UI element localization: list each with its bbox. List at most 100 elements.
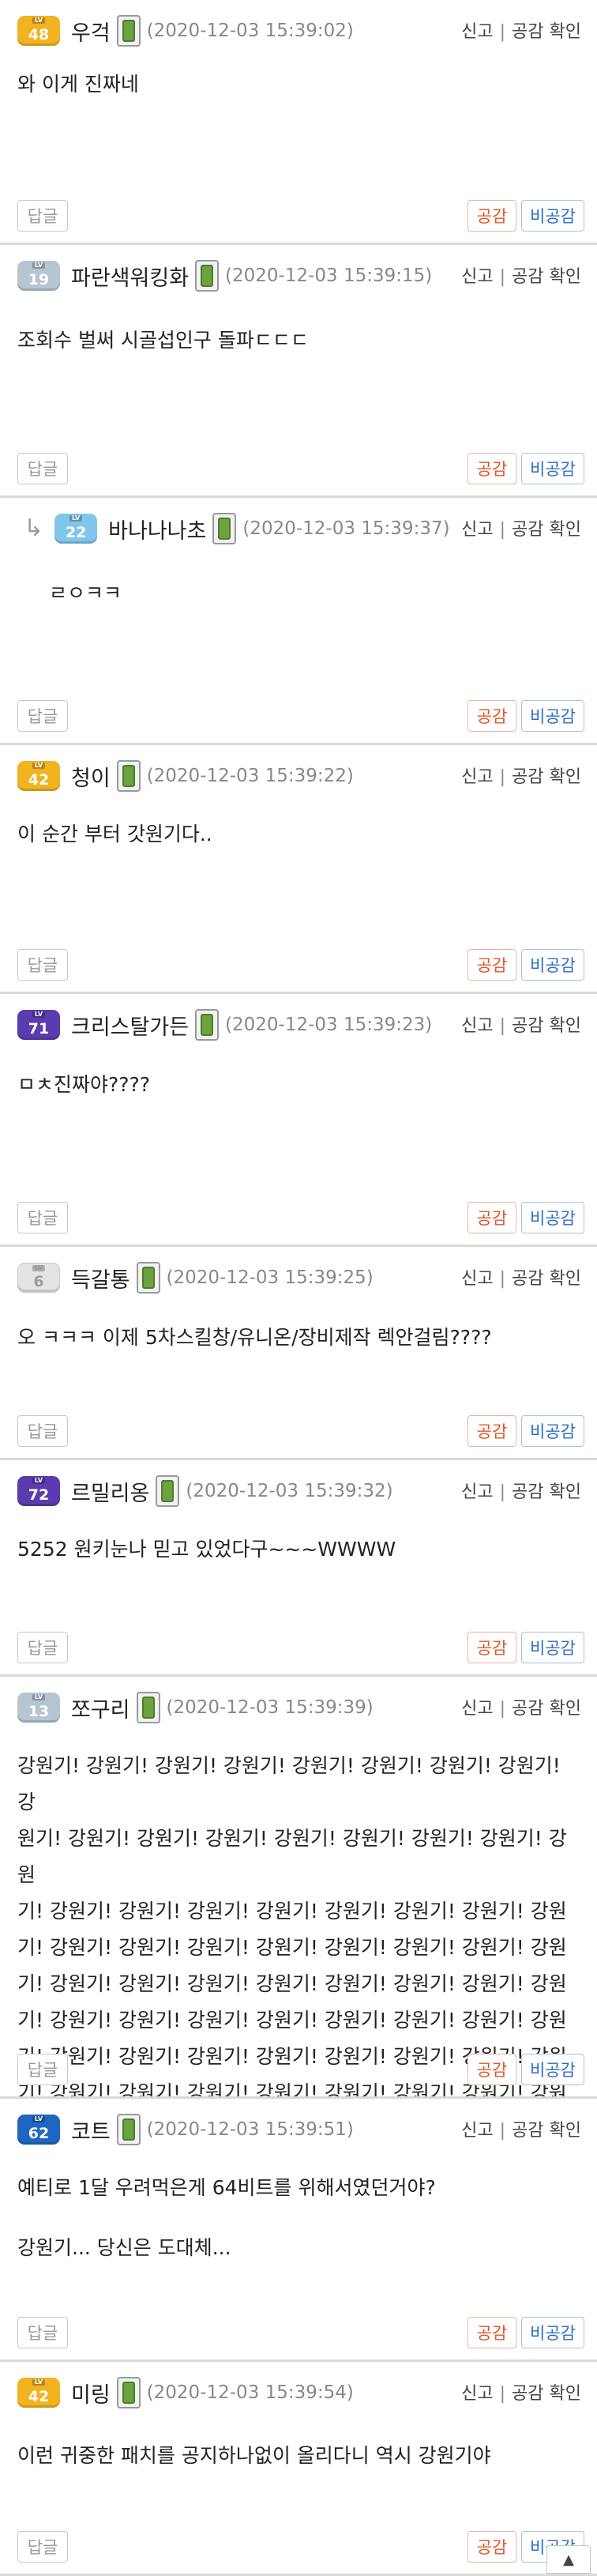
author-name[interactable]: 미링	[71, 2378, 111, 2408]
reply-button[interactable]: 답글	[17, 2054, 68, 2085]
author-name[interactable]: 득갈통	[71, 1263, 130, 1294]
comment-item: 62 코트 (2020-12-03 15:39:51) 신고 | 공감 확인예티로 1달 …	[0, 2099, 597, 2362]
comment-body: 와 이게 진짜네	[17, 66, 581, 103]
dislike-button[interactable]: 비공감	[521, 200, 584, 232]
comment-text-line: 강원기! 강원기! 강원기! 강원기! 강원기! 강원기! 강원기! 강원기! …	[17, 1754, 561, 1813]
dislike-button[interactable]: 비공감	[521, 453, 584, 484]
like-check-link[interactable]: 공감 확인	[512, 520, 581, 540]
comment-date: (2020-12-03 15:39:15)	[225, 266, 433, 286]
reply-button[interactable]: 답글	[17, 700, 68, 732]
level-badge: 71	[17, 1010, 60, 1040]
comment-text-line: 이런 귀중한 패치를 공지하나없이 올리다니 역시 강원기야	[17, 2444, 491, 2467]
author-name[interactable]: 코트	[71, 2115, 111, 2145]
level-badge: 19	[17, 261, 60, 291]
like-check-link[interactable]: 공감 확인	[512, 1016, 581, 1036]
mobile-icon	[136, 1262, 160, 1294]
dislike-button[interactable]: 비공감	[521, 2054, 584, 2085]
reply-button[interactable]: 답글	[17, 453, 68, 484]
reply-button[interactable]: 답글	[17, 1202, 68, 1233]
report-link[interactable]: 신고	[461, 2384, 493, 2404]
comment-body: ㅁㅊ진짜야????	[17, 1067, 581, 1103]
like-button[interactable]: 공감	[467, 949, 516, 981]
action-separator: |	[499, 1016, 506, 1036]
author-name[interactable]: 크리스탈가든	[71, 1010, 189, 1041]
like-check-link[interactable]: 공감 확인	[512, 267, 581, 287]
reply-button[interactable]: 답글	[17, 1415, 68, 1447]
level-badge: 48	[17, 16, 60, 46]
comment-footer: 답글 공감비공감	[17, 1415, 584, 1447]
like-button[interactable]: 공감	[467, 1632, 516, 1663]
like-check-link[interactable]: 공감 확인	[512, 22, 581, 42]
comment-actions: 신고 | 공감 확인	[461, 1011, 581, 1037]
scroll-top-button[interactable]: ▲	[546, 2545, 591, 2574]
like-button[interactable]: 공감	[467, 453, 516, 484]
author-name[interactable]: 바나나나초	[108, 514, 206, 544]
comment-text-line: 기! 강원기! 강원기! 강원기! 강원기! 강원기! 강원기! 강원기! 강원	[17, 1972, 567, 1995]
report-link[interactable]: 신고	[461, 2121, 493, 2141]
like-button[interactable]: 공감	[467, 1415, 516, 1447]
dislike-button[interactable]: 비공감	[521, 1632, 584, 1663]
comment-header: 72 르밀리옹 (2020-12-03 15:39:32) 신고 | 공감 확인	[17, 1471, 581, 1511]
comment-item: 42 청이 (2020-12-03 15:39:22) 신고 | 공감 확인이 순간 부터…	[0, 745, 597, 994]
like-button[interactable]: 공감	[467, 200, 516, 232]
like-button[interactable]: 공감	[467, 700, 516, 732]
author-name[interactable]: 청이	[71, 761, 111, 792]
level-badge: 42	[17, 761, 60, 791]
comment-footer: 답글 공감비공감	[17, 2054, 584, 2085]
report-link[interactable]: 신고	[461, 1699, 493, 1719]
reply-button[interactable]: 답글	[17, 2531, 68, 2563]
report-link[interactable]: 신고	[461, 22, 493, 42]
like-button[interactable]: 공감	[467, 2054, 516, 2085]
report-link[interactable]: 신고	[461, 1269, 493, 1289]
dislike-button[interactable]: 비공감	[521, 1415, 584, 1447]
mobile-icon	[116, 2377, 141, 2408]
dislike-button[interactable]: 비공감	[521, 1202, 584, 1233]
dislike-button[interactable]: 비공감	[521, 700, 584, 732]
comment-item: 71 크리스탈가든 (2020-12-03 15:39:23) 신고 | 공감 확인 ㅁㅊ진…	[0, 994, 597, 1247]
report-link[interactable]: 신고	[461, 520, 493, 540]
comment-text-line: 이 순간 부터 갓원기다..	[17, 823, 212, 845]
report-link[interactable]: 신고	[461, 767, 493, 787]
like-check-link[interactable]: 공감 확인	[512, 1269, 581, 1289]
reply-button[interactable]: 답글	[17, 949, 68, 981]
dislike-button[interactable]: 비공감	[521, 949, 584, 981]
comment-text-line: 기! 강원기! 강원기! 강원기! 강원기! 강원기! 강원기! 강원기! 강원	[17, 1936, 567, 1959]
report-link[interactable]: 신고	[461, 1482, 493, 1502]
author-name[interactable]: 우걱	[71, 16, 111, 47]
reply-button[interactable]: 답글	[17, 1632, 68, 1663]
comment-header: 6 득갈통 (2020-12-03 15:39:25) 신고 | 공감 확인	[17, 1258, 581, 1297]
like-button[interactable]: 공감	[467, 1202, 516, 1233]
comment-body: 강원기! 강원기! 강원기! 강원기! 강원기! 강원기! 강원기! 강원기! …	[17, 1748, 581, 2096]
reply-button[interactable]: 답글	[17, 200, 68, 232]
like-button[interactable]: 공감	[467, 2531, 516, 2563]
comment-text-line: 기! 강원기! 강원기! 강원기! 강원기! 강원기! 강원기! 강원기! 강원	[17, 1900, 567, 1923]
comment-header: 71 크리스탈가든 (2020-12-03 15:39:23) 신고 | 공감 확인	[17, 1005, 581, 1045]
like-check-link[interactable]: 공감 확인	[512, 2384, 581, 2404]
comment-item: 48 우걱 (2020-12-03 15:39:02) 신고 | 공감 확인와 이게 진짜…	[0, 0, 597, 245]
comment-text-line: 기! 강원기! 강원기! 강원기! 강원기! 강원기! 강원기! 강원기! 강원	[17, 2009, 567, 2032]
level-badge: 42	[17, 2378, 60, 2408]
comment-actions: 신고 | 공감 확인	[461, 1694, 581, 1719]
comment-actions: 신고 | 공감 확인	[461, 515, 581, 540]
author-name[interactable]: 쪼구리	[71, 1693, 130, 1723]
comment-text-line: 5252 원키눈나 믿고 있었다구~~~WWWW	[17, 1538, 396, 1561]
report-link[interactable]: 신고	[461, 267, 493, 287]
action-separator: |	[499, 520, 506, 540]
comment-actions: 신고 | 공감 확인	[461, 1478, 581, 1503]
like-check-link[interactable]: 공감 확인	[512, 1699, 581, 1719]
author-name[interactable]: 파란색워킹화	[71, 261, 189, 292]
comment-actions: 신고 | 공감 확인	[461, 17, 581, 43]
like-check-link[interactable]: 공감 확인	[512, 1482, 581, 1502]
like-check-link[interactable]: 공감 확인	[512, 767, 581, 787]
comment-header: 62 코트 (2020-12-03 15:39:51) 신고 | 공감 확인	[17, 2110, 581, 2149]
like-check-link[interactable]: 공감 확인	[512, 2121, 581, 2141]
mobile-icon	[195, 1009, 220, 1041]
report-link[interactable]: 신고	[461, 1016, 493, 1036]
reply-button[interactable]: 답글	[17, 2317, 68, 2348]
dislike-button[interactable]: 비공감	[521, 2317, 584, 2348]
author-name[interactable]: 르밀리옹	[71, 1476, 149, 1507]
comment-footer: 답글 공감비공감	[17, 1632, 584, 1663]
like-button[interactable]: 공감	[467, 2317, 516, 2348]
action-separator: |	[499, 1699, 506, 1719]
comment-footer: 답글 공감비공감	[17, 1202, 584, 1233]
